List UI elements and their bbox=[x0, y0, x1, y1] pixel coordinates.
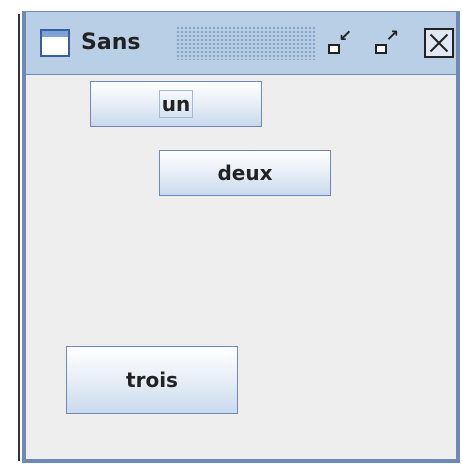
window-shadow-edge bbox=[18, 14, 20, 461]
window-icon bbox=[40, 29, 70, 57]
iconify-button[interactable]: ↙ bbox=[324, 28, 354, 58]
title-bar-grip bbox=[176, 26, 316, 60]
title-bar[interactable]: Sans ↙ ↗ bbox=[26, 12, 456, 75]
close-icon bbox=[426, 30, 452, 56]
trois-button-label: trois bbox=[126, 368, 178, 392]
maximize-button[interactable]: ↗ bbox=[371, 28, 401, 58]
close-button[interactable] bbox=[424, 28, 454, 58]
trois-button[interactable]: trois bbox=[66, 346, 238, 414]
un-button-label: un bbox=[158, 90, 194, 118]
content-pane: un deux trois bbox=[26, 75, 456, 459]
un-button[interactable]: un bbox=[90, 81, 262, 127]
app-window: Sans ↙ ↗ un deux trois bbox=[22, 11, 460, 463]
deux-button-label: deux bbox=[217, 161, 273, 185]
deux-button[interactable]: deux bbox=[159, 150, 331, 196]
window-title: Sans bbox=[81, 30, 141, 55]
